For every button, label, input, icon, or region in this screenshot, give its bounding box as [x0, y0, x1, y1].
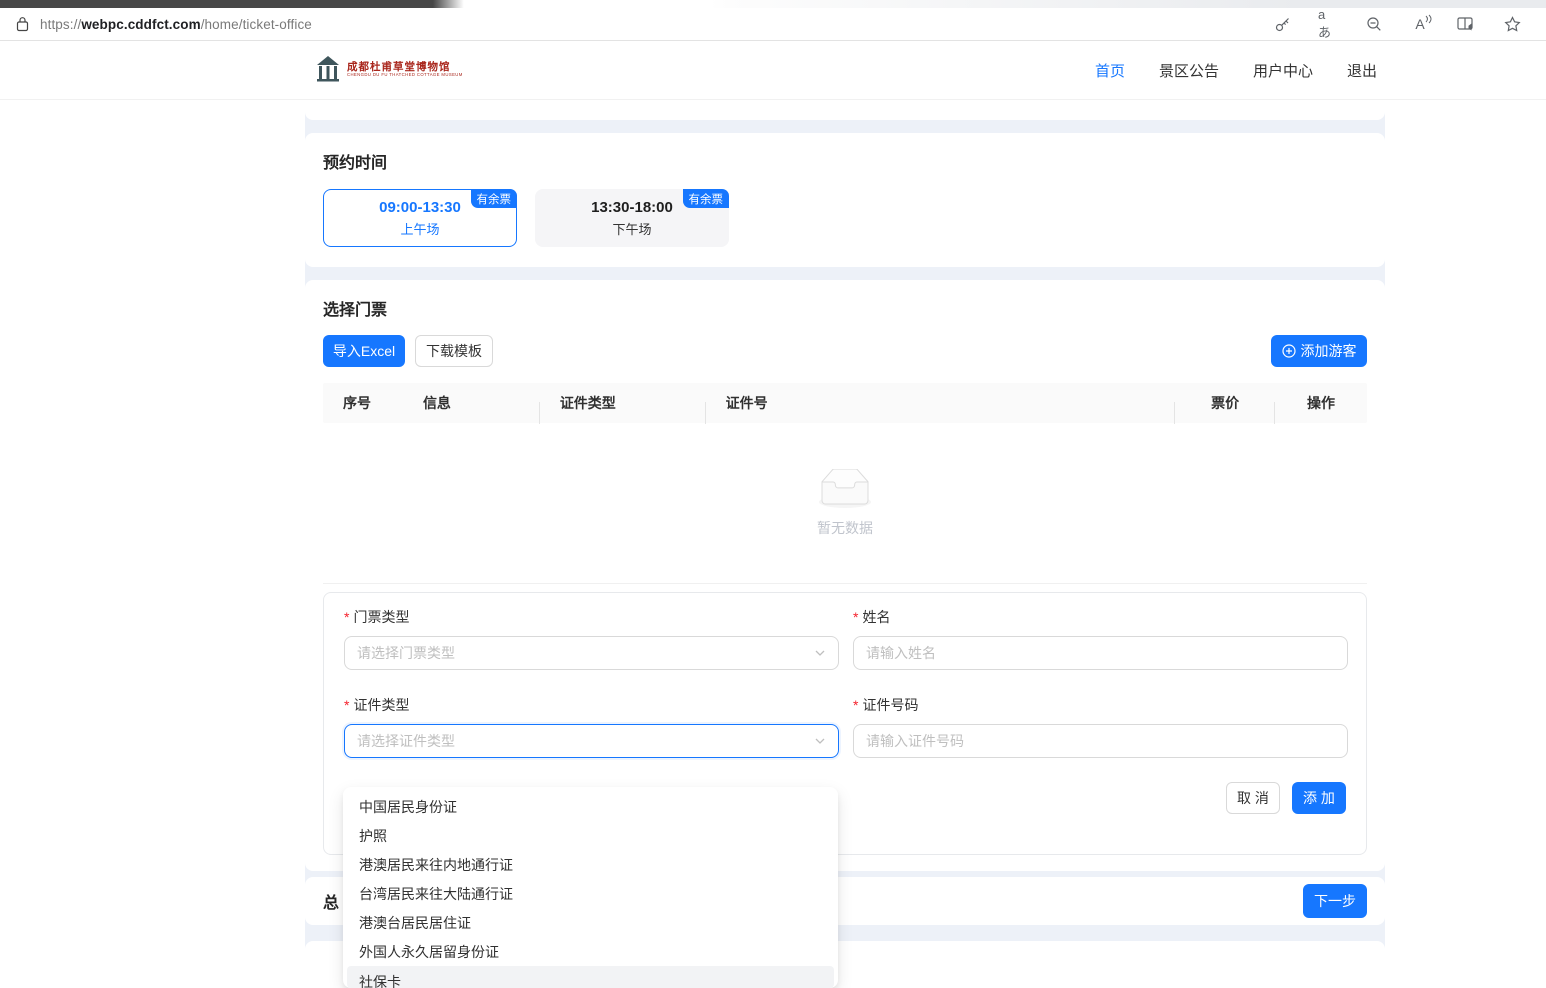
col-cert-type: 证件类型: [540, 393, 706, 413]
required-marker: *: [853, 697, 858, 713]
reservation-time-title: 预约时间: [323, 149, 1367, 173]
visitor-table: 序号 信息 证件类型 证件号 票价 操作 暂无数据: [323, 383, 1367, 584]
lock-icon[interactable]: [10, 16, 34, 32]
nav-item-home[interactable]: 首页: [1095, 60, 1125, 81]
reservation-time-card: 预约时间 09:00-13:30 上午场 有余票 13:30-18:00 下午场…: [305, 133, 1385, 267]
required-marker: *: [344, 697, 349, 713]
empty-inbox-icon: [813, 469, 877, 510]
cert-type-dropdown: 中国居民身份证 护照 港澳居民来往内地通行证 台湾居民来往大陆通行证 港澳台居民…: [343, 787, 838, 988]
ticket-type-select[interactable]: 请选择门票类型: [344, 636, 839, 670]
dropdown-option-passport[interactable]: 护照: [347, 821, 834, 850]
dropdown-option-foreigner-permit[interactable]: 外国人永久居留身份证: [347, 937, 834, 966]
chevron-down-icon: [814, 735, 826, 747]
ticket-type-placeholder: 请选择门票类型: [357, 643, 806, 663]
slot-time: 09:00-13:30: [379, 199, 461, 216]
add-button[interactable]: 添 加: [1292, 782, 1346, 814]
cert-type-label: *证件类型: [344, 695, 839, 715]
name-field-block: *姓名: [853, 607, 1348, 670]
site-header: 成都杜甫草堂博物馆 CHENGDU DU FU THATCHED COTTAGE…: [0, 41, 1546, 100]
slot-name: 下午场: [612, 219, 651, 238]
col-info: 信息: [403, 393, 540, 413]
ticket-selection-title: 选择门票: [323, 296, 1367, 320]
col-cert-no: 证件号: [706, 393, 1176, 413]
url-text[interactable]: https://webpc.cddfct.com/home/ticket-off…: [40, 17, 312, 32]
time-slot-afternoon[interactable]: 13:30-18:00 下午场 有余票: [535, 189, 729, 247]
next-step-button[interactable]: 下一步: [1303, 884, 1367, 918]
total-label: 总: [323, 889, 339, 913]
cert-number-input-wrap: [853, 724, 1348, 758]
site-logo[interactable]: 成都杜甫草堂博物馆 CHENGDU DU FU THATCHED COTTAGE…: [315, 55, 469, 85]
dropdown-option-taiwan-permit[interactable]: 台湾居民来往大陆通行证: [347, 879, 834, 908]
url-scheme: https://: [40, 17, 81, 32]
password-key-icon[interactable]: [1272, 14, 1292, 34]
slot-time: 13:30-18:00: [591, 199, 673, 216]
ticket-type-field: *门票类型 请选择门票类型: [344, 607, 839, 670]
dropdown-option-id-card[interactable]: 中国居民身份证: [347, 792, 834, 821]
name-label: *姓名: [853, 607, 1348, 627]
required-marker: *: [344, 609, 349, 625]
immersive-reader-icon[interactable]: [1456, 14, 1476, 34]
empty-state: 暂无数据: [323, 423, 1367, 583]
chevron-down-icon: [814, 647, 826, 659]
tickets-available-badge: 有余票: [471, 189, 518, 208]
ticket-type-label: *门票类型: [344, 607, 839, 627]
col-operation: 操作: [1275, 393, 1367, 413]
browser-tab-strip: [0, 0, 1546, 8]
col-index: 序号: [323, 393, 403, 413]
zoom-out-icon[interactable]: [1364, 14, 1384, 34]
favorite-star-icon[interactable]: [1502, 14, 1522, 34]
visitor-table-header: 序号 信息 证件类型 证件号 票价 操作: [323, 383, 1367, 423]
plus-circle-icon: [1282, 344, 1296, 358]
nav-item-logout[interactable]: 退出: [1347, 60, 1377, 81]
nav-item-announcements[interactable]: 景区公告: [1159, 60, 1219, 81]
translate-icon[interactable]: aあ: [1318, 14, 1338, 34]
pavilion-logo-icon: [315, 55, 341, 85]
read-aloud-icon[interactable]: A: [1410, 14, 1430, 34]
dropdown-option-hk-macau-permit[interactable]: 港澳居民来往内地通行证: [347, 850, 834, 879]
url-path: /home/ticket-office: [201, 17, 312, 32]
cert-number-label: *证件号码: [853, 695, 1348, 715]
main-nav: 首页 景区公告 用户中心 退出: [1095, 60, 1377, 81]
dropdown-option-social-security-card[interactable]: 社保卡: [347, 966, 834, 988]
cert-type-placeholder: 请选择证件类型: [357, 731, 806, 751]
cancel-button[interactable]: 取 消: [1226, 782, 1280, 814]
previous-card-bottom: [305, 100, 1385, 120]
cert-number-field: *证件号码: [853, 695, 1348, 758]
download-template-button[interactable]: 下载模板: [415, 335, 493, 367]
empty-text: 暂无数据: [817, 518, 873, 538]
cert-number-input[interactable]: [866, 733, 1335, 749]
slot-name: 上午场: [400, 219, 439, 238]
cert-type-select[interactable]: 请选择证件类型: [344, 724, 839, 758]
required-marker: *: [853, 609, 858, 625]
tickets-available-badge: 有余票: [683, 189, 730, 208]
import-excel-button[interactable]: 导入Excel: [323, 335, 405, 367]
time-slot-morning[interactable]: 09:00-13:30 上午场 有余票: [323, 189, 517, 247]
cert-type-field: *证件类型 请选择证件类型: [344, 695, 839, 758]
browser-address-bar[interactable]: https://webpc.cddfct.com/home/ticket-off…: [0, 8, 1546, 41]
dropdown-option-residence-permit[interactable]: 港澳台居民居住证: [347, 908, 834, 937]
add-visitor-button[interactable]: 添加游客: [1271, 335, 1367, 367]
logo-subtitle: CHENGDU DU FU THATCHED COTTAGE MUSEUM: [347, 73, 463, 78]
nav-item-user-center[interactable]: 用户中心: [1253, 60, 1313, 81]
name-input-wrap: [853, 636, 1348, 670]
url-host: webpc.cddfct.com: [81, 17, 200, 32]
name-input[interactable]: [866, 645, 1335, 661]
col-price: 票价: [1175, 393, 1275, 413]
ticket-selection-card: 选择门票 导入Excel 下载模板 添加游客 序号 信息 证件类型 证件号 票价…: [305, 280, 1385, 871]
